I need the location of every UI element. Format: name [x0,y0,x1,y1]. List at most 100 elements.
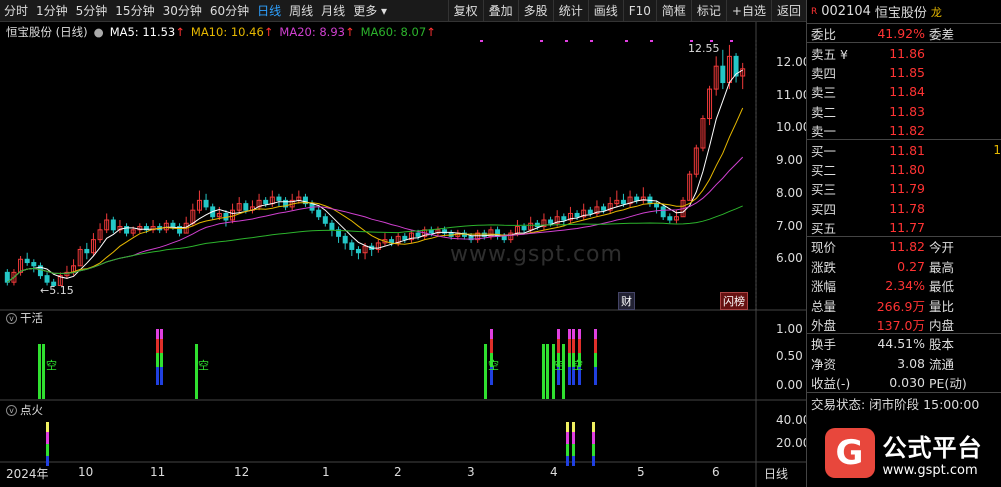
sub1-bar [490,339,493,353]
low-annotation: ←5.15 [40,284,74,297]
quote-key: 总量 [811,298,837,314]
candle-body [355,248,361,254]
quote-key: 买一 [811,143,837,159]
sub2-bar [566,444,569,456]
candle-body [561,216,567,221]
sub1-bar [568,339,571,353]
period-tab-3[interactable]: 15分钟 [111,0,158,22]
period-tab-4[interactable]: 30分钟 [159,0,206,22]
sub1-bar [160,339,163,353]
sub1-bar [594,329,597,339]
quote-value: 266.9万 [876,298,925,314]
settings-dot-icon[interactable]: ● [94,25,104,39]
sub2-bar [592,422,595,432]
sub2-bar [572,432,575,444]
quote-value: 44.51% [877,336,925,352]
tool-button-2[interactable]: 多股 [517,0,553,21]
candle-body [521,226,527,231]
time-tick: 3 [467,465,475,479]
tool-button-7[interactable]: 标记 [690,0,726,21]
kline-chart[interactable]: 恒宝股份 (日线) ● MA5: 11.53↑ MA10: 10.46↑ MA2… [0,22,810,487]
sub1-bar [484,344,487,399]
period-tab-2[interactable]: 5分钟 [72,0,112,22]
candle-body [322,216,328,224]
chart-title: 恒宝股份 (日线) [6,25,88,39]
period-tab-6[interactable]: 日线 [253,0,285,22]
tool-button-8[interactable]: +自选 [725,0,771,21]
quote-row: 买一 11.81 1 [807,140,1001,159]
quote-value: 11.82 [889,122,925,138]
quote-key2: PE(动) [929,376,967,392]
quote-value: 11.77 [889,219,925,235]
gspt-logo: G 公式平台 www.gspt.com [806,419,1001,487]
sub2-bar [46,432,49,444]
time-tick: 12 [234,465,250,479]
collapse-icon[interactable]: v [6,404,17,416]
sub2-bar [592,456,595,466]
tool-button-9[interactable]: 返回 [770,0,806,21]
quote-key: 卖四 [811,65,837,81]
tool-button-6[interactable]: 简框 [655,0,691,21]
sub2-title[interactable]: v 点火 [6,402,43,418]
quote-value: 137.0万 [876,317,925,333]
period-tab-1[interactable]: 1分钟 [32,0,72,22]
sub2-bar [572,422,575,432]
tag-cai[interactable]: 财 [618,292,635,310]
quote-extra: 1 [993,143,1001,158]
tool-button-1[interactable]: 叠加 [482,0,518,21]
quote-row: 买四 11.78 [807,199,1001,218]
period-tab-5[interactable]: 60分钟 [206,0,253,22]
candle-body [44,275,50,283]
trade-status: 交易状态: 闭市阶段 15:00:00 [807,392,1001,414]
quote-row: 现价 11.82 今开 [807,237,1001,256]
tool-button-3[interactable]: 统计 [552,0,588,21]
quote-row: 卖三 11.84 [807,82,1001,101]
candle-body [276,196,282,201]
quote-row: 收益(-) 0.030 PE(动) [807,373,1001,392]
candle-body [316,209,322,218]
period-tab-7[interactable]: 周线 [285,0,317,22]
sub1-title[interactable]: v 干活 [6,310,43,326]
period-tab-9[interactable]: 更多 ▾ [349,0,391,22]
signal-dot [730,40,733,42]
sub1-bar [38,344,41,399]
gspt-g-logo: G [824,428,875,478]
period-tab-0[interactable]: 分时 [0,0,32,22]
ma60-label: MA60: 8.07↑ [360,25,436,39]
candle-body [31,262,37,267]
quote-value: 11.82 [889,239,925,255]
candle-body [548,219,554,224]
tag-shi[interactable]: 闪榜 [720,292,748,310]
sub1-bar [542,344,545,399]
quote-key: 净资 [811,356,837,372]
collapse-icon[interactable]: v [6,312,17,324]
watermark: www.gspt.com [450,242,623,267]
tool-button-5[interactable]: F10 [622,0,656,21]
quote-key2: 今开 [929,240,955,256]
time-tick: 2 [394,465,402,479]
candle-body [84,248,90,254]
quote-key: 委比 [811,26,837,42]
quote-value: 11.78 [889,200,925,216]
candle-body [601,206,607,211]
high-annotation: 12.55 [688,42,720,55]
quote-key2: 最低 [929,279,955,295]
quote-key: 卖一 [811,123,837,139]
sub1-bar [568,353,571,367]
chart-svg [0,22,806,487]
quote-panel: R 002104 恒宝股份 龙 委比 41.92% 委差 卖五 ¥ 11.86 卖四 11.… [806,0,1001,487]
period-tab-8[interactable]: 月线 [317,0,349,22]
ma20-label: MA20: 8.93↑ [279,25,355,39]
quote-value: 0.030 [889,375,925,391]
period-list: 分时 1分钟 5分钟 15分钟 30分钟 60分钟 日线 周线 月线 更多 ▾ [0,0,391,21]
quote-key: 买五 [811,220,837,236]
tool-button-0[interactable]: 复权 [447,0,483,21]
sub2-bar [46,422,49,432]
quote-row: 委比 41.92% 委差 [807,24,1001,44]
tool-button-4[interactable]: 画线 [587,0,623,21]
quote-row: 卖二 11.83 [807,102,1001,121]
quote-key: 卖二 [811,104,837,120]
quote-key: 涨跌 [811,259,837,275]
sub1-signal-label: 空 [488,359,499,372]
sub1-bar [594,353,597,367]
